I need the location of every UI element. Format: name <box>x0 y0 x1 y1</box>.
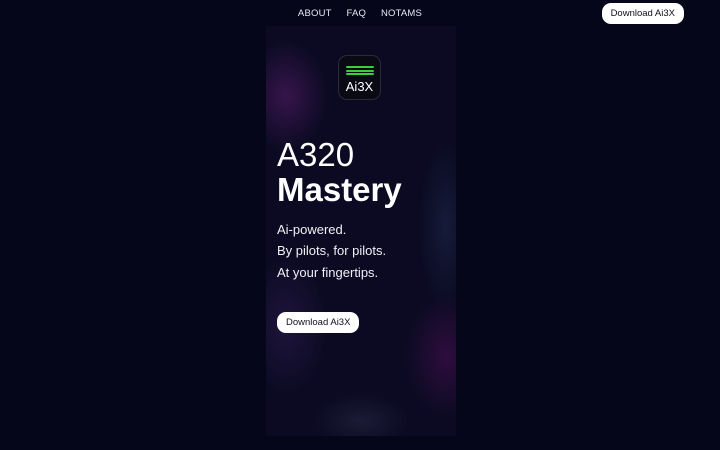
logo-bar <box>346 69 374 72</box>
app-logo: Ai3X <box>338 55 381 100</box>
tagline-ai-powered: Ai-powered. <box>277 222 347 237</box>
logo-text: Ai3X <box>345 79 374 94</box>
logo-bar <box>346 66 374 68</box>
nav-link-about[interactable]: ABOUT <box>298 8 332 19</box>
nav-link-faq[interactable]: FAQ <box>346 8 366 19</box>
tagline-fingertips: At your fingertips. <box>277 265 379 280</box>
top-nav: ABOUT FAQ NOTAMS Download Ai3X <box>0 0 720 28</box>
hero-panel: Ai3X A320 Mastery Ai-powered. By pilots,… <box>266 26 456 436</box>
logo-bars-icon <box>346 66 374 77</box>
hero-title-line1: A320 <box>277 136 355 173</box>
landing-page: ABOUT FAQ NOTAMS Download Ai3X Ai3X A320… <box>0 0 720 450</box>
hero-download-button[interactable]: Download Ai3X <box>277 312 360 333</box>
tagline-by-pilots: By pilots, for pilots. <box>277 243 387 258</box>
nav-download-button[interactable]: Download Ai3X <box>601 3 684 24</box>
nav-link-notams[interactable]: NOTAMS <box>381 8 422 19</box>
hero-title-line2: Mastery <box>277 171 402 208</box>
logo-bar <box>346 73 374 75</box>
